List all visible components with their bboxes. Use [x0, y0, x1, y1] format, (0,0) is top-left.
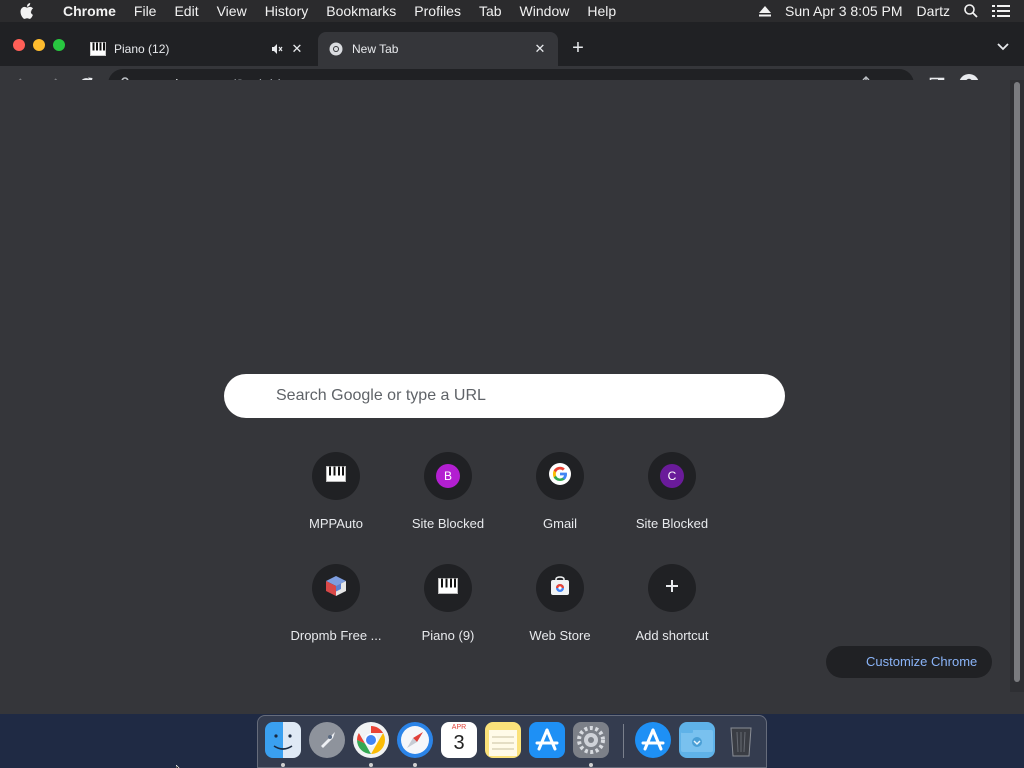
- shortcut-tile: [312, 564, 360, 612]
- page-scrollbar[interactable]: [1010, 80, 1024, 692]
- menu-edit[interactable]: Edit: [165, 3, 207, 19]
- shortcut-gmail[interactable]: Gmail: [504, 452, 616, 564]
- tab-title: New Tab: [352, 42, 399, 56]
- chrome-dock-icon[interactable]: [353, 722, 389, 758]
- safari-icon[interactable]: [397, 722, 433, 758]
- menu-bookmarks[interactable]: Bookmarks: [317, 3, 405, 19]
- plus-icon: [664, 578, 680, 599]
- launchpad-icon[interactable]: [309, 722, 345, 758]
- running-indicator: [589, 763, 593, 767]
- minimize-window-button[interactable]: [33, 39, 45, 51]
- downloads-folder-icon[interactable]: [679, 722, 715, 758]
- shortcut-label: Web Store: [529, 628, 591, 643]
- mouse-pointer-icon: [175, 760, 184, 768]
- menu-history[interactable]: History: [256, 3, 318, 19]
- shortcut-tile: [536, 564, 584, 612]
- shortcut-tile: C: [648, 452, 696, 500]
- customize-chrome-button[interactable]: Customize Chrome: [826, 646, 992, 678]
- scrollbar-thumb[interactable]: [1014, 82, 1020, 682]
- tab-search-chevron-icon[interactable]: [996, 40, 1010, 54]
- shortcut-label: MPPAuto: [309, 516, 363, 531]
- tab-strip: Piano (12) ✕ New Tab ✕ +: [0, 22, 1024, 66]
- tab-title: Piano (12): [114, 42, 170, 56]
- trash-icon[interactable]: [723, 722, 759, 758]
- zoom-window-button[interactable]: [53, 39, 65, 51]
- shortcut-add[interactable]: Add shortcut: [616, 564, 728, 676]
- shortcut-tile: [424, 564, 472, 612]
- shortcut-tile: [648, 564, 696, 612]
- menubar-user[interactable]: Dartz: [917, 3, 950, 19]
- letter-c-icon: C: [660, 464, 684, 488]
- dropmb-cube-icon: [324, 574, 348, 603]
- app-store-download-icon[interactable]: [635, 722, 671, 758]
- shortcut-tile: B: [424, 452, 472, 500]
- letter-b-icon: B: [436, 464, 460, 488]
- menu-tab[interactable]: Tab: [470, 3, 511, 19]
- menu-window[interactable]: Window: [511, 3, 579, 19]
- new-tab-plus-icon[interactable]: +: [568, 38, 588, 59]
- shortcut-label: Gmail: [543, 516, 577, 531]
- shortcut-piano-9[interactable]: Piano (9): [392, 564, 504, 676]
- shortcut-web-store[interactable]: Web Store: [504, 564, 616, 676]
- tab-new-tab[interactable]: New Tab ✕: [318, 32, 558, 66]
- control-center-icon[interactable]: [992, 4, 1010, 18]
- tab-piano[interactable]: Piano (12) ✕: [80, 32, 315, 66]
- menu-help[interactable]: Help: [578, 3, 625, 19]
- menu-profiles[interactable]: Profiles: [405, 3, 470, 19]
- search-box[interactable]: Search Google or type a URL: [224, 374, 785, 418]
- running-indicator: [369, 763, 373, 767]
- speaker-muted-icon[interactable]: [269, 41, 285, 57]
- calendar-icon[interactable]: APR 3: [441, 722, 477, 758]
- running-indicator: [281, 763, 285, 767]
- close-tab-icon[interactable]: ✕: [532, 41, 548, 57]
- shortcut-tile: [536, 452, 584, 500]
- notes-icon[interactable]: [485, 722, 521, 758]
- google-g-icon: [549, 462, 571, 490]
- piano-keys-icon: [326, 465, 346, 487]
- mac-dock: APR 3: [257, 715, 767, 768]
- shortcut-label: Dropmb Free ...: [290, 628, 382, 643]
- close-tab-icon[interactable]: ✕: [289, 41, 305, 57]
- new-tab-page: Search Google or type a URL MPPAuto B Si…: [0, 80, 1010, 692]
- running-indicator: [413, 763, 417, 767]
- dock-divider: [623, 724, 624, 758]
- menu-file[interactable]: File: [125, 3, 166, 19]
- shortcut-label: Add shortcut: [635, 628, 709, 643]
- app-menu-chrome[interactable]: Chrome: [54, 3, 125, 19]
- eject-icon[interactable]: [759, 5, 772, 17]
- web-store-icon: [549, 575, 571, 601]
- shortcut-dropmb[interactable]: Dropmb Free ...: [280, 564, 392, 676]
- system-preferences-icon[interactable]: [573, 722, 609, 758]
- calendar-month: APR: [451, 724, 467, 731]
- spotlight-search-icon[interactable]: [964, 4, 978, 18]
- shortcut-mppauto[interactable]: MPPAuto: [280, 452, 392, 564]
- calendar-day: 3: [453, 732, 465, 754]
- piano-keys-icon: [90, 41, 106, 57]
- close-window-button[interactable]: [13, 39, 25, 51]
- shortcut-site-blocked-c[interactable]: C Site Blocked: [616, 452, 728, 564]
- shortcut-label: Site Blocked: [635, 516, 709, 531]
- shortcut-label: Piano (9): [421, 628, 475, 643]
- apple-icon[interactable]: [0, 3, 54, 19]
- piano-keys-icon: [438, 577, 458, 599]
- mac-menu-bar: Chrome File Edit View History Bookmarks …: [0, 0, 1024, 22]
- menu-view[interactable]: View: [208, 3, 256, 19]
- app-store-icon[interactable]: [529, 722, 565, 758]
- finder-icon[interactable]: [265, 722, 301, 758]
- chrome-icon: [328, 41, 344, 57]
- shortcut-tile: [312, 452, 360, 500]
- menubar-datetime[interactable]: Sun Apr 3 8:05 PM: [785, 3, 903, 19]
- customize-chrome-label: Customize Chrome: [866, 654, 978, 669]
- search-placeholder: Search Google or type a URL: [276, 387, 486, 404]
- shortcut-label: Site Blocked: [411, 516, 485, 531]
- shortcut-site-blocked-b[interactable]: B Site Blocked: [392, 452, 504, 564]
